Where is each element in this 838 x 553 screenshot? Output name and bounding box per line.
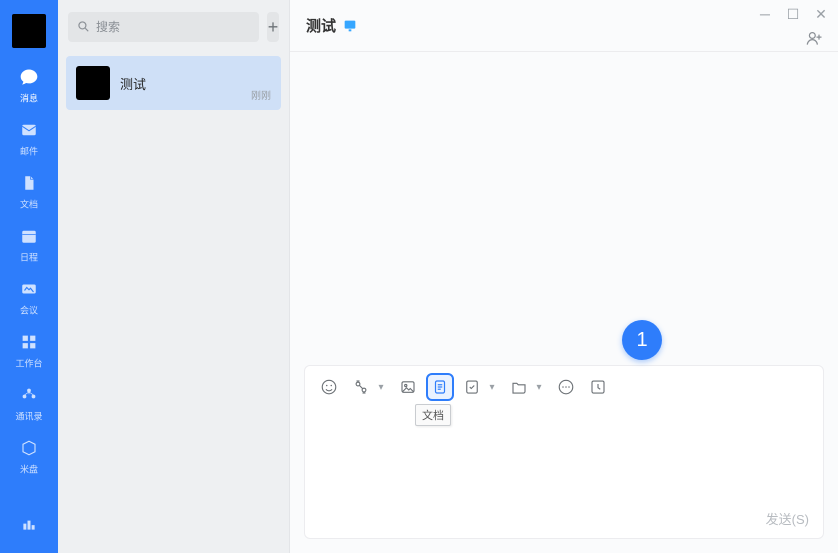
message-input[interactable] xyxy=(305,408,823,504)
composer-toolbar: ▾ ▾ ▾ xyxy=(305,366,823,408)
conversation-item[interactable]: 测试 刚刚 xyxy=(66,56,281,110)
conversation-avatar xyxy=(76,66,110,100)
nav-label: 文档 xyxy=(20,197,38,211)
composer: ▾ ▾ ▾ xyxy=(304,365,824,539)
document-tooltip: 文档 xyxy=(415,404,451,426)
step-badge-number: 1 xyxy=(636,329,647,352)
search-box[interactable] xyxy=(68,12,259,42)
conversation-name: 测试 xyxy=(120,74,146,93)
mail-icon xyxy=(18,119,40,141)
search-bar: + xyxy=(58,0,289,52)
nav-item-calendar[interactable]: 日程 xyxy=(9,225,49,264)
folder-button[interactable] xyxy=(505,373,533,401)
calendar-icon xyxy=(18,225,40,247)
chat-main: ─ ☐ ✕ 测试 1 ▾ xyxy=(290,0,838,553)
app-root: 消息 邮件 文档 日程 会议 xyxy=(0,0,838,553)
nav-item-meeting[interactable]: 会议 xyxy=(9,278,49,317)
nav-item-docs[interactable]: 文档 xyxy=(9,172,49,211)
tooltip-text: 文档 xyxy=(422,410,444,422)
image-button[interactable] xyxy=(394,373,422,401)
nav-label: 会议 xyxy=(20,303,38,317)
nav-label: 日程 xyxy=(20,250,38,264)
nav-label: 通讯录 xyxy=(16,409,43,423)
nav-item-clouddisk[interactable]: 米盘 xyxy=(9,437,49,476)
search-input[interactable] xyxy=(96,20,251,34)
nav-label: 工作台 xyxy=(16,356,43,370)
user-avatar[interactable] xyxy=(12,14,46,48)
search-icon xyxy=(76,19,90,36)
message-history[interactable] xyxy=(290,52,838,365)
nav-item-stats[interactable] xyxy=(9,513,49,535)
screenshot-button[interactable] xyxy=(347,373,375,401)
chat-title: 测试 xyxy=(306,15,336,36)
nav-rail: 消息 邮件 文档 日程 会议 xyxy=(0,0,58,553)
nav-label: 消息 xyxy=(20,91,38,105)
bars-icon xyxy=(18,513,40,535)
conversation-list-column: + 测试 刚刚 xyxy=(58,0,290,553)
more-button[interactable] xyxy=(552,373,580,401)
nav-item-mail[interactable]: 邮件 xyxy=(9,119,49,158)
grid-icon xyxy=(18,331,40,353)
add-button[interactable]: + xyxy=(267,12,279,42)
task-dropdown[interactable]: ▾ xyxy=(487,382,497,393)
platform-icon xyxy=(342,18,358,34)
contacts-icon xyxy=(18,384,40,406)
send-button[interactable]: 发送(S) xyxy=(766,509,809,528)
folder-dropdown[interactable]: ▾ xyxy=(534,382,544,393)
step-badge: 1 xyxy=(622,320,662,360)
emoji-button[interactable] xyxy=(315,373,343,401)
task-button[interactable] xyxy=(458,373,486,401)
chat-header: 测试 xyxy=(290,0,838,52)
screenshot-dropdown[interactable]: ▾ xyxy=(376,382,386,393)
meeting-icon xyxy=(18,278,40,300)
nav-label: 邮件 xyxy=(20,144,38,158)
document-button[interactable] xyxy=(426,373,454,401)
docs-icon xyxy=(18,172,40,194)
nav-item-contacts[interactable]: 通讯录 xyxy=(9,384,49,423)
nav-label: 米盘 xyxy=(20,462,38,476)
history-button[interactable] xyxy=(584,373,612,401)
add-member-button[interactable] xyxy=(804,28,824,51)
cube-icon xyxy=(18,437,40,459)
chat-bubble-icon xyxy=(18,66,40,88)
nav-item-workbench[interactable]: 工作台 xyxy=(9,331,49,370)
nav-item-messages[interactable]: 消息 xyxy=(9,66,49,105)
send-row: 发送(S) xyxy=(305,504,823,538)
conversation-time: 刚刚 xyxy=(251,87,271,102)
